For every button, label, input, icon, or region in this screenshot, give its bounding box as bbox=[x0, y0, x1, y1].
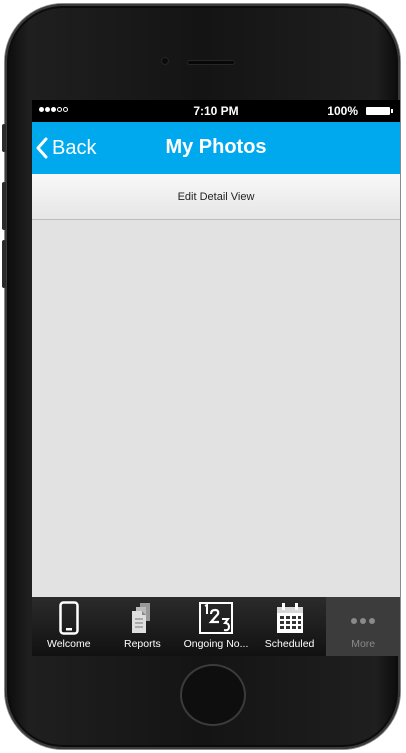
tab-reports[interactable]: Reports bbox=[106, 597, 180, 656]
phone-icon bbox=[59, 601, 79, 635]
phone-frame: 7:10 PM 100% Back My Photos Edit Detail … bbox=[2, 4, 400, 749]
edit-detail-view-label: Edit Detail View bbox=[177, 191, 255, 203]
phone-screen: 7:10 PM 100% Back My Photos Edit Detail … bbox=[32, 100, 400, 656]
tab-scheduled[interactable]: Scheduled bbox=[253, 597, 327, 656]
documents-icon bbox=[132, 603, 151, 633]
home-button[interactable] bbox=[180, 664, 246, 726]
navigation-bar: Back My Photos bbox=[32, 122, 400, 174]
numbers-icon bbox=[198, 602, 233, 634]
battery-percent: 100% bbox=[327, 104, 358, 118]
volume-down-button bbox=[2, 240, 6, 288]
tab-label-welcome: Welcome bbox=[47, 638, 91, 650]
front-camera bbox=[162, 58, 168, 64]
earpiece-speaker bbox=[187, 60, 235, 65]
tab-welcome[interactable]: Welcome bbox=[32, 597, 106, 656]
tab-label-ongoing: Ongoing No... bbox=[183, 638, 249, 650]
more-icon bbox=[351, 618, 376, 624]
tab-more[interactable]: More bbox=[326, 597, 400, 656]
tab-label-reports: Reports bbox=[124, 638, 161, 650]
page-title: My Photos bbox=[165, 136, 267, 158]
status-bar: 7:10 PM 100% bbox=[32, 100, 400, 122]
tab-label-scheduled: Scheduled bbox=[264, 638, 315, 650]
volume-up-button bbox=[2, 182, 6, 230]
tab-label-more: More bbox=[351, 638, 376, 650]
tab-bar: Welcome Reports Ongoing No... Scheduled … bbox=[32, 597, 400, 656]
tab-ongoing[interactable]: Ongoing No... bbox=[179, 597, 253, 656]
edit-detail-view-button[interactable]: Edit Detail View bbox=[32, 174, 400, 220]
mute-switch bbox=[2, 124, 6, 152]
battery-icon bbox=[366, 107, 393, 115]
calendar-icon bbox=[276, 603, 303, 633]
